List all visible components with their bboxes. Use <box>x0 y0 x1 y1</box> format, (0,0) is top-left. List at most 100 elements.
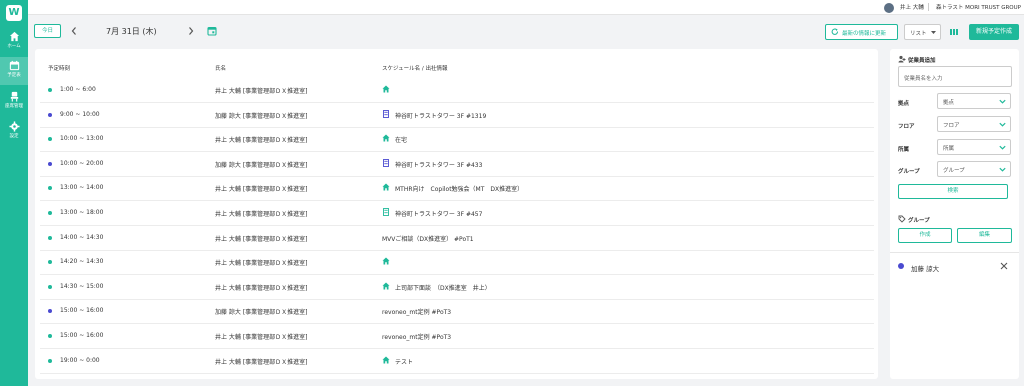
row-time: 10:00 ~ 20:00 <box>60 159 104 167</box>
row-time: 15:00 ~ 16:00 <box>60 307 104 315</box>
divider <box>890 252 1019 253</box>
prev-day-button[interactable] <box>70 24 80 38</box>
row-name: 加藤 諒大 [事業管理部ＤＸ推進室] <box>215 309 308 317</box>
view-select[interactable]: リスト <box>904 24 941 40</box>
row-time: 14:20 ~ 14:30 <box>60 258 104 266</box>
table-row[interactable]: 14:30 ~ 15:00 井上 大輔 [事業管理部ＤＸ推進室] 上司部下面談 （D… <box>40 275 874 300</box>
row-name: 井上 大輔 [事業管理部ＤＸ推進室] <box>215 186 308 194</box>
refresh-button[interactable]: 最新の情報に更新 <box>825 24 898 40</box>
row-schedule: 神谷町トラストタワー 3F #1319 <box>395 112 487 120</box>
add-user-icon <box>898 55 906 63</box>
nav-item-seats[interactable]: 座席管理 <box>0 88 28 116</box>
status-dot <box>48 284 52 289</box>
row-time: 13:00 ~ 14:00 <box>60 184 104 192</box>
refresh-label: 最新の情報に更新 <box>842 31 887 37</box>
view-select-label: リスト <box>910 31 927 37</box>
filter-label-floor: フロア <box>898 124 915 130</box>
table-row[interactable]: 1:00 ~ 6:00 井上 大輔 [事業管理部ＤＸ推進室] <box>40 78 874 103</box>
company-name: 森トラスト MORI TRUST GROUP <box>936 5 1021 11</box>
columns-toggle-button[interactable] <box>949 27 959 37</box>
nav-item-label: 座席管理 <box>5 104 23 109</box>
create-group-button[interactable]: 作成 <box>898 228 952 243</box>
status-dot <box>48 309 52 314</box>
site-select[interactable]: 拠点 <box>937 93 1011 109</box>
column-header-name: 氏名 <box>215 66 227 72</box>
chevron-right-icon <box>189 27 194 35</box>
nav-item-schedule[interactable]: 予定表 <box>0 57 28 85</box>
filter-label-department: 所属 <box>898 147 910 153</box>
calendar-icon <box>9 60 19 71</box>
floor-select[interactable]: フロア <box>937 116 1011 132</box>
row-schedule: テスト <box>395 358 414 366</box>
row-schedule: 神谷町トラストタワー 3F #457 <box>395 211 483 218</box>
table-row[interactable]: 15:00 ~ 16:00 加藤 諒大 [事業管理部ＤＸ推進室] revoneo_m… <box>40 299 874 325</box>
row-name: 井上 大輔 [事業管理部ＤＸ推進室] <box>215 137 308 145</box>
table-row[interactable]: 13:00 ~ 18:00 井上 大輔 [事業管理部ＤＸ推進室] 神谷町トラストタワ… <box>40 201 874 226</box>
nav-item-label: 予定表 <box>7 73 21 78</box>
row-name: 井上 大輔 [事業管理部ＤＸ推進室] <box>215 211 308 218</box>
status-dot <box>48 358 52 363</box>
row-time: 13:00 ~ 18:00 <box>60 209 104 216</box>
row-time: 19:00 ~ 0:00 <box>60 356 100 364</box>
status-dot <box>48 334 52 338</box>
home-icon <box>382 257 390 265</box>
status-dot <box>48 235 52 240</box>
building-icon <box>383 158 389 167</box>
table-row[interactable]: 14:00 ~ 14:30 井上 大輔 [事業管理部ＤＸ推進室] MVVご相談（DX… <box>40 226 874 251</box>
row-schedule: revoneo_mt定例 #PoT3 <box>382 309 452 317</box>
status-dot <box>48 137 52 142</box>
member-color-dot <box>898 263 904 269</box>
table-row[interactable]: 9:00 ~ 10:00 加藤 諒大 [事業管理部ＤＸ推進室] 神谷町トラストタワー… <box>40 103 874 128</box>
row-name: 井上 大輔 [事業管理部ＤＸ推進室] <box>215 235 308 243</box>
row-schedule: revoneo_mt定例 #PoT3 <box>382 334 452 341</box>
table-row[interactable]: 10:00 ~ 20:00 加藤 諒大 [事業管理部ＤＸ推進室] 神谷町トラストタワ… <box>40 152 874 177</box>
refresh-icon <box>831 28 838 35</box>
row-schedule: MVVご相談（DX推進室） #PoT1 <box>382 235 474 243</box>
column-header-schedule: スケジュール名 / 出社情報 <box>382 66 448 72</box>
row-time: 10:00 ~ 13:00 <box>60 135 104 143</box>
table-row[interactable]: 13:00 ~ 14:00 井上 大輔 [事業管理部ＤＸ推進室] MTHR向け Co… <box>40 176 874 202</box>
column-header-time: 予定時刻 <box>48 66 71 72</box>
row-schedule: MTHR向け Copilot勉強会（MT DX推進室） <box>395 186 524 194</box>
next-day-button[interactable] <box>187 24 197 38</box>
table-row[interactable]: 15:00 ~ 16:00 井上 大輔 [事業管理部ＤＸ推進室] revoneo_m… <box>40 324 874 349</box>
employee-search-input[interactable]: 従業員名を入力 <box>898 66 1012 87</box>
home-icon <box>382 356 390 364</box>
left-nav: W ホーム 予定表 座席管理 設定 <box>0 0 28 386</box>
nav-item-home[interactable]: ホーム <box>0 28 28 56</box>
columns-icon <box>950 29 958 35</box>
building-icon <box>383 208 389 216</box>
date-picker-button[interactable] <box>207 26 217 36</box>
row-name: 井上 大輔 [事業管理部ＤＸ推進室] <box>215 284 308 292</box>
group-select[interactable]: グループ <box>937 161 1011 177</box>
status-dot <box>48 112 52 117</box>
calendar-icon <box>207 26 217 36</box>
department-select[interactable]: 所属 <box>937 139 1011 155</box>
table-row[interactable]: 10:00 ~ 13:00 井上 大輔 [事業管理部ＤＸ推進室] 在宅 <box>40 127 874 153</box>
filter-label-group: グループ <box>898 169 920 175</box>
home-icon <box>382 85 390 93</box>
current-date[interactable]: 7月 31日 (木) <box>106 26 157 37</box>
today-button[interactable]: 今日 <box>34 24 61 38</box>
row-name: 加藤 諒大 [事業管理部ＤＸ推進室] <box>215 161 308 169</box>
user-name: 井上 大輔 <box>900 5 924 11</box>
row-name: 井上 大輔 [事業管理部ＤＸ推進室] <box>215 358 308 366</box>
edit-group-button[interactable]: 編集 <box>957 228 1012 243</box>
search-button[interactable]: 検索 <box>898 184 1008 199</box>
avatar[interactable] <box>884 3 894 13</box>
nav-item-settings[interactable]: 設定 <box>0 118 28 146</box>
row-name: 井上 大輔 [事業管理部ＤＸ推進室] <box>215 88 308 95</box>
row-time: 14:30 ~ 15:00 <box>60 282 104 290</box>
row-name: 井上 大輔 [事業管理部ＤＸ推進室] <box>215 260 308 268</box>
app-logo[interactable]: W <box>6 5 22 21</box>
group-title: グループ <box>908 218 930 224</box>
table-row[interactable]: 19:00 ~ 0:00 井上 大輔 [事業管理部ＤＸ推進室] テスト <box>40 349 874 374</box>
home-icon <box>9 31 19 42</box>
gear-icon <box>8 121 20 132</box>
status-dot <box>48 211 52 215</box>
row-schedule: 在宅 <box>395 137 408 145</box>
close-icon[interactable] <box>1000 262 1008 270</box>
new-schedule-button[interactable]: 新規予定作成 <box>969 24 1019 40</box>
table-row[interactable]: 14:20 ~ 14:30 井上 大輔 [事業管理部ＤＸ推進室] <box>40 250 874 276</box>
row-time: 15:00 ~ 16:00 <box>60 332 104 339</box>
